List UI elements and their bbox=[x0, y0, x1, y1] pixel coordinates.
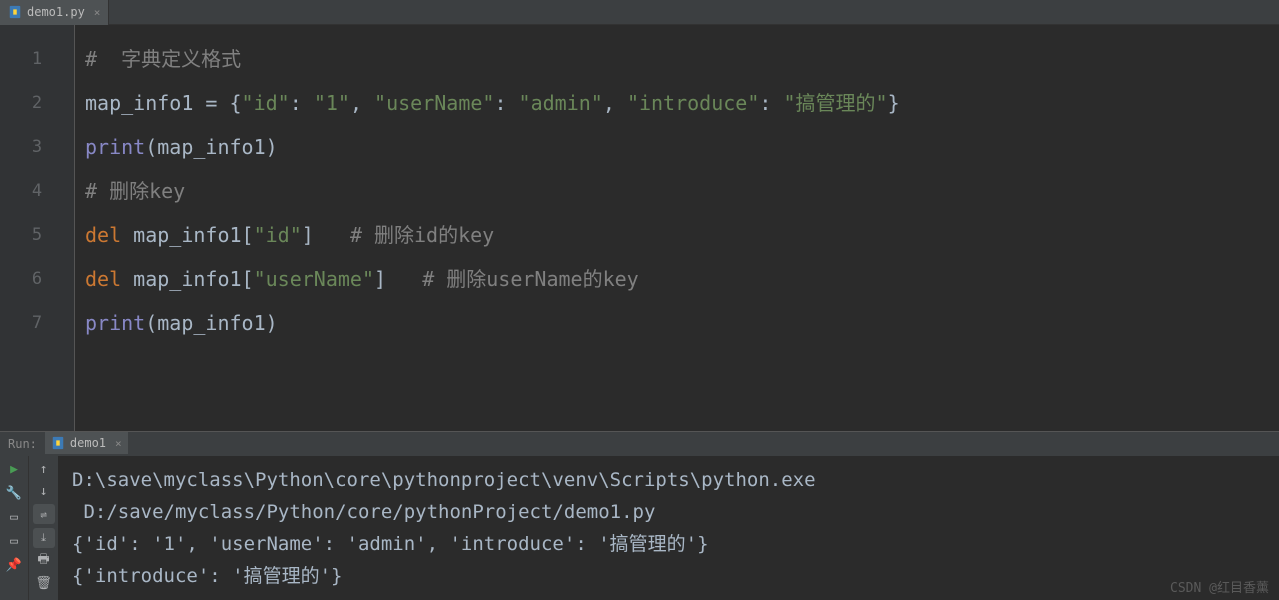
code-line: print(map_info1) bbox=[85, 125, 1269, 169]
line-gutter: 1 2 3 4 5 6 7 bbox=[0, 25, 75, 431]
run-tab[interactable]: demo1 × bbox=[45, 432, 128, 456]
line-number: 3 bbox=[0, 125, 74, 169]
play-icon[interactable]: ▶ bbox=[5, 460, 23, 478]
line-number: 4 bbox=[0, 169, 74, 213]
file-tab[interactable]: demo1.py × bbox=[0, 0, 109, 25]
code-line: print(map_info1) bbox=[85, 301, 1269, 345]
console-line: {'id': '1', 'userName': 'admin', 'introd… bbox=[72, 528, 1265, 560]
line-number: 1 bbox=[0, 37, 74, 81]
code-line: # 删除key bbox=[85, 169, 1269, 213]
console-line: D:\save\myclass\Python\core\pythonprojec… bbox=[72, 464, 1265, 496]
code-editor: 1 2 3 4 5 6 7 # 字典定义格式 map_info1 = {"id"… bbox=[0, 25, 1279, 431]
code-line: map_info1 = {"id": "1", "userName": "adm… bbox=[85, 81, 1269, 125]
run-sidebar-left: ▶ 🔧 ▭ ▭ 📌 bbox=[0, 456, 28, 600]
console-line: D:/save/myclass/Python/core/pythonProjec… bbox=[72, 496, 1265, 528]
close-icon[interactable]: × bbox=[115, 437, 122, 450]
line-number: 7 bbox=[0, 301, 74, 345]
file-tab-label: demo1.py bbox=[27, 5, 85, 19]
run-label: Run: bbox=[0, 437, 45, 451]
line-number: 5 bbox=[0, 213, 74, 257]
layout-icon[interactable]: ▭ bbox=[5, 508, 23, 526]
console-output[interactable]: D:\save\myclass\Python\core\pythonprojec… bbox=[58, 456, 1279, 600]
layout-icon[interactable]: ▭ bbox=[5, 532, 23, 550]
editor-tab-bar: demo1.py × bbox=[0, 0, 1279, 25]
print-icon[interactable]: 🖶 bbox=[35, 552, 53, 570]
scroll-icon[interactable]: ⤓ bbox=[33, 528, 55, 548]
wrap-icon[interactable]: ⇌ bbox=[33, 504, 55, 524]
run-body: ▶ 🔧 ▭ ▭ 📌 ↑ ↓ ⇌ ⤓ 🖶 🗑 D:\save\myclass\Py… bbox=[0, 456, 1279, 600]
close-icon[interactable]: × bbox=[94, 6, 101, 19]
run-sidebar-tools: ↑ ↓ ⇌ ⤓ 🖶 🗑 bbox=[28, 456, 58, 600]
wrench-icon[interactable]: 🔧 bbox=[5, 484, 23, 502]
line-number: 2 bbox=[0, 81, 74, 125]
watermark: CSDN @红目香薰 bbox=[1170, 577, 1269, 596]
arrow-down-icon[interactable]: ↓ bbox=[35, 482, 53, 500]
code-line: del map_info1["userName"] # 删除userName的k… bbox=[85, 257, 1269, 301]
code-line: del map_info1["id"] # 删除id的key bbox=[85, 213, 1269, 257]
run-header: Run: demo1 × bbox=[0, 432, 1279, 456]
arrow-up-icon[interactable]: ↑ bbox=[35, 460, 53, 478]
python-file-icon bbox=[8, 5, 22, 19]
console-line: {'introduce': '搞管理的'} bbox=[72, 560, 1265, 592]
pin-icon[interactable]: 📌 bbox=[5, 556, 23, 574]
trash-icon[interactable]: 🗑 bbox=[35, 574, 53, 592]
run-tab-label: demo1 bbox=[70, 436, 106, 450]
line-number: 6 bbox=[0, 257, 74, 301]
code-area[interactable]: # 字典定义格式 map_info1 = {"id": "1", "userNa… bbox=[75, 25, 1279, 431]
run-panel: Run: demo1 × ▶ 🔧 ▭ ▭ 📌 ↑ ↓ ⇌ ⤓ 🖶 🗑 D:\sa… bbox=[0, 431, 1279, 600]
code-line: # 字典定义格式 bbox=[85, 37, 1269, 81]
python-file-icon bbox=[51, 436, 65, 450]
